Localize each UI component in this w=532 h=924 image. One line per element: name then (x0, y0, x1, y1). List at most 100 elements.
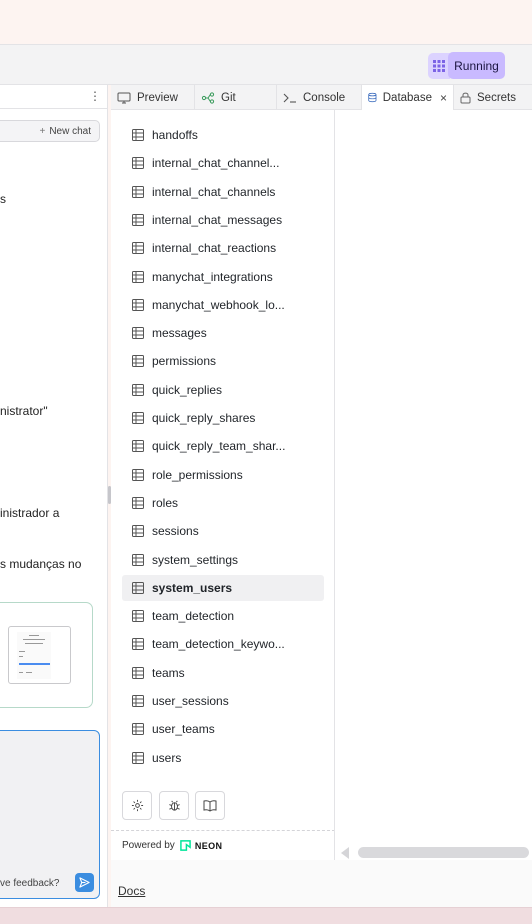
tab-git[interactable]: Git (195, 85, 277, 110)
table-list-item[interactable]: internal_chat_channel... (122, 150, 324, 176)
table-name: internal_chat_channels (152, 184, 276, 199)
new-chat-label: New chat (49, 125, 91, 137)
horizontal-scrollbar[interactable] (358, 847, 529, 858)
table-name: internal_chat_messages (152, 212, 283, 227)
table-list-item[interactable]: internal_chat_channels (122, 179, 324, 205)
window-bottom-strip (0, 907, 532, 924)
table-list-item[interactable]: users (122, 745, 324, 771)
table-icon (132, 440, 144, 453)
table-icon (132, 553, 144, 566)
neon-brand: NEON (194, 840, 223, 851)
table-list-item[interactable]: system_settings (122, 547, 324, 573)
chat-message-fragment: s mudanças no (0, 557, 82, 571)
table-list-item[interactable]: user_sessions (122, 688, 324, 714)
debug-button[interactable] (159, 791, 189, 820)
table-icon (132, 496, 144, 509)
table-icon (132, 581, 144, 594)
table-name: teams (152, 665, 185, 680)
table-list-item[interactable]: teams (122, 660, 324, 686)
table-icon (132, 355, 144, 368)
database-icon (368, 92, 377, 103)
scroll-left-icon[interactable] (341, 847, 349, 859)
grid-icon[interactable] (428, 53, 450, 79)
chat-panel: ⋮ + New chat s nistrator" inistrador a s… (0, 85, 108, 907)
monitor-icon (117, 92, 131, 103)
table-list-item[interactable]: team_detection_keywo... (122, 631, 324, 657)
database-table-list: handoffs internal_chat_channel... internal… (111, 110, 335, 860)
table-icon (132, 242, 144, 255)
table-name: messages (152, 326, 207, 341)
running-button[interactable]: Running (448, 52, 505, 79)
close-icon[interactable]: × (440, 91, 447, 105)
docs-link[interactable]: Docs (118, 884, 145, 898)
table-list-item[interactable]: roles (122, 490, 324, 516)
screenshot-thumbnail[interactable] (8, 626, 71, 684)
window-top-strip (0, 0, 532, 44)
table-icon (132, 666, 144, 679)
attachment-card[interactable] (0, 602, 93, 708)
table-name: quick_reply_team_shar... (152, 439, 286, 454)
database-settings-button[interactable] (122, 791, 152, 820)
tab-label: Git (221, 91, 236, 104)
feedback-link[interactable]: ve feedback? (0, 878, 60, 889)
more-options-icon[interactable]: ⋮ (89, 89, 101, 103)
lock-icon (460, 92, 471, 104)
terminal-icon (283, 93, 296, 103)
table-icon (132, 695, 144, 707)
table-icon (132, 638, 144, 651)
table-list-item[interactable]: team_detection (122, 603, 324, 629)
chat-input[interactable]: ve feedback? (0, 730, 100, 899)
table-list-item[interactable]: user_teams (122, 716, 324, 742)
table-list-item[interactable]: quick_reply_team_shar... (122, 433, 324, 459)
table-list-item[interactable]: manychat_integrations (122, 264, 324, 290)
tab-database[interactable]: Database × (362, 85, 454, 110)
table-icon (132, 129, 144, 141)
panel-footer: Docs (111, 860, 532, 907)
git-branch-icon (201, 91, 215, 104)
new-chat-button[interactable]: + New chat (0, 120, 100, 142)
table-name: manychat_webhook_lo... (152, 297, 285, 312)
powered-by-label: Powered by (122, 840, 175, 851)
table-icon (132, 383, 144, 396)
table-list-item[interactable]: internal_chat_reactions (122, 235, 324, 261)
tab-secrets[interactable]: Secrets (454, 85, 532, 110)
settings-icon (131, 799, 143, 812)
table-name: quick_replies (152, 382, 223, 397)
chat-message-fragment: s (0, 192, 6, 206)
send-icon (79, 877, 90, 888)
tab-label: Preview (137, 91, 178, 104)
table-list-item[interactable]: sessions (122, 518, 324, 544)
table-name: role_permissions (152, 467, 243, 482)
table-name: team_detection (152, 609, 235, 624)
table-list-item[interactable]: manychat_webhook_lo... (122, 292, 324, 318)
table-name: roles (152, 495, 179, 510)
table-list-item[interactable]: internal_chat_messages (122, 207, 324, 233)
book-icon (203, 800, 217, 812)
table-icon (132, 751, 144, 764)
chat-message-fragment: inistrador a (0, 506, 60, 520)
chat-panel-header: ⋮ (0, 85, 107, 109)
workspace-toolbar: Running (0, 44, 532, 85)
table-list-item[interactable]: system_users (122, 574, 324, 601)
table-name: system_users (152, 580, 233, 595)
neon-logo-icon (179, 840, 191, 851)
send-button[interactable] (75, 873, 94, 892)
table-list-item[interactable]: quick_reply_shares (122, 405, 324, 431)
table-icon (132, 185, 144, 198)
plus-icon: + (39, 125, 46, 137)
table-list-item[interactable]: quick_replies (122, 377, 324, 403)
table-list-item[interactable]: messages (122, 320, 324, 346)
tab-console[interactable]: Console (277, 85, 362, 110)
tab-preview[interactable]: Preview (111, 85, 195, 110)
docs-book-button[interactable] (195, 791, 225, 820)
table-icon (132, 468, 144, 481)
table-list-item[interactable]: permissions (122, 348, 324, 374)
tab-label: Console (303, 91, 346, 104)
chat-message-fragment: nistrator" (0, 404, 48, 418)
table-name: sessions (152, 524, 199, 539)
table-list-item[interactable]: role_permissions (122, 462, 324, 488)
table-name: internal_chat_channel... (152, 156, 280, 171)
table-name: user_sessions (152, 694, 229, 708)
tab-label: Database (382, 91, 432, 104)
table-list-item[interactable]: handoffs (122, 122, 324, 148)
